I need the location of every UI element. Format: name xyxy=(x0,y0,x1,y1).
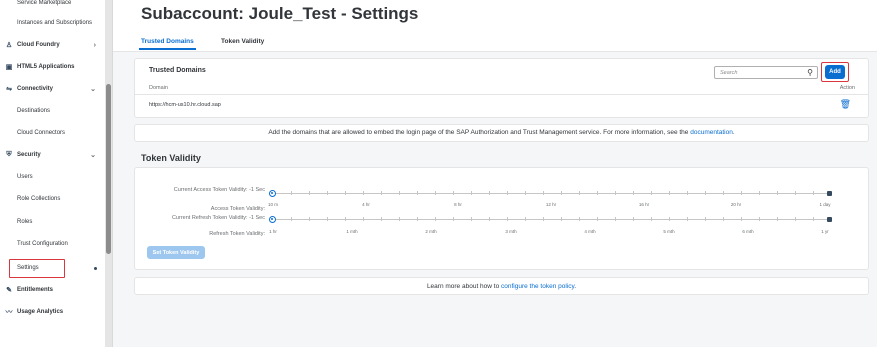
divider xyxy=(135,94,868,95)
sidebar-item-label: Roles xyxy=(17,219,33,225)
access-tick-label: 1 day xyxy=(819,202,831,207)
tab-token-validity[interactable]: Token Validity xyxy=(221,38,264,45)
sidebar-item-usage-analytics[interactable]: 〰 Usage Analytics xyxy=(0,303,106,321)
selected-indicator xyxy=(94,266,97,270)
configure-token-policy-link[interactable]: configure the token policy xyxy=(501,283,574,290)
sidebar-item-label: Instances and Subscriptions xyxy=(17,20,93,26)
sidebar: Service Marketplace Instances and Subscr… xyxy=(0,0,113,347)
sidebar-item-label: Usage Analytics xyxy=(17,309,64,315)
access-tick-label: 8 hr xyxy=(454,202,462,207)
refresh-tick-label: 2 mth xyxy=(425,229,437,234)
learn-more-text: Learn more about how to configure the to… xyxy=(135,283,868,290)
sidebar-item-label: Destinations xyxy=(17,108,51,114)
sidebar-item-label: Role Collections xyxy=(17,196,61,202)
chevron-down-icon: ⌄ xyxy=(90,86,96,93)
documentation-link[interactable]: documentation xyxy=(690,129,733,136)
html5-icon: ▣ xyxy=(5,64,13,71)
chevron-down-icon: ⌄ xyxy=(90,152,96,159)
sidebar-item-entitlements[interactable]: ✎ Entitlements xyxy=(0,281,106,299)
sidebar-item-label: Service Marketplace xyxy=(17,0,72,6)
info-panel: Add the domains that are allowed to embe… xyxy=(134,124,869,142)
domain-cell: https://hcm-us10.hr.cloud.sap xyxy=(149,102,221,108)
sidebar-item-instances-subscriptions[interactable]: Instances and Subscriptions xyxy=(0,14,106,32)
sidebar-item-security[interactable]: ⛨ Security ⌄ xyxy=(0,146,106,164)
access-slider-end xyxy=(827,191,832,196)
refresh-tick-label: 5 mth xyxy=(663,229,675,234)
security-icon: ⛨ xyxy=(6,151,12,158)
sidebar-item-label: Trust Configuration xyxy=(17,241,68,247)
refresh-token-slider[interactable] xyxy=(269,216,832,223)
learn-message: Learn more about how to xyxy=(426,283,502,290)
sidebar-item-label: Cloud Foundry xyxy=(17,42,60,48)
info-text: Add the domains that are allowed to embe… xyxy=(135,129,868,136)
sidebar-scrollbar[interactable] xyxy=(105,0,112,347)
usage-analytics-icon: 〰 xyxy=(5,309,13,316)
sidebar-item-service-marketplace[interactable]: Service Marketplace xyxy=(0,0,106,12)
access-tick-label: 10 m xyxy=(267,202,279,207)
sidebar-item-label: HTML5 Applications xyxy=(17,64,75,70)
add-button-highlight-box xyxy=(821,62,849,82)
refresh-tick-label: 3 mth xyxy=(505,229,517,234)
scrollbar-thumb[interactable] xyxy=(106,84,111,254)
sidebar-item-users[interactable]: Users xyxy=(0,168,106,186)
sidebar-item-label: Connectivity xyxy=(17,86,54,92)
search-icon[interactable]: ⚲ xyxy=(807,68,813,77)
entitlements-icon: ✎ xyxy=(6,287,12,294)
info-suffix: . xyxy=(732,129,735,136)
page-title: Subaccount: Joule_Test - Settings xyxy=(141,4,419,23)
sidebar-item-html5[interactable]: ▣ HTML5 Applications xyxy=(0,58,106,76)
access-tick-label: 4 hr xyxy=(362,202,370,207)
refresh-slider-handle[interactable] xyxy=(269,216,276,223)
search-placeholder: Search xyxy=(720,70,738,76)
refresh-tick-label: 1 yr xyxy=(821,229,829,234)
column-header-domain: Domain xyxy=(149,85,168,91)
sidebar-item-roles[interactable]: Roles xyxy=(0,213,106,231)
refresh-tick-label: 4 mth xyxy=(584,229,596,234)
main-content: Subaccount: Joule_Test - Settings Truste… xyxy=(113,0,877,347)
access-token-label: Access Token Validity: xyxy=(210,206,265,212)
access-token-slider[interactable] xyxy=(269,190,832,197)
cloud-foundry-icon: ♙ xyxy=(5,42,13,49)
sidebar-item-label: Security xyxy=(17,152,41,158)
token-validity-panel: Current Access Token Validity: -1 Sec Ac… xyxy=(134,167,869,270)
set-token-validity-button[interactable]: Set Token Validity xyxy=(147,246,205,259)
refresh-tick-label: 1 mth xyxy=(346,229,358,234)
sidebar-item-destinations[interactable]: Destinations xyxy=(0,102,106,120)
current-access-token-label: Current Access Token Validity: -1 Sec xyxy=(173,187,265,193)
tab-trusted-domains[interactable]: Trusted Domains xyxy=(139,38,196,50)
sidebar-item-cloud-connectors[interactable]: Cloud Connectors xyxy=(0,124,106,142)
sidebar-item-label: Users xyxy=(17,174,33,180)
search-input[interactable]: Search ⚲ xyxy=(714,66,818,79)
learn-suffix: . xyxy=(574,283,577,290)
info-message: Add the domains that are allowed to embe… xyxy=(268,129,691,136)
access-tick-label: 16 hr xyxy=(638,202,650,207)
access-tick-label: 20 hr xyxy=(730,202,742,207)
connectivity-icon: ⇋ xyxy=(6,86,12,93)
sidebar-item-connectivity[interactable]: ⇋ Connectivity ⌄ xyxy=(0,80,106,98)
access-slider-handle[interactable] xyxy=(269,190,276,197)
learn-more-panel: Learn more about how to configure the to… xyxy=(134,277,869,295)
sidebar-item-trust-configuration[interactable]: Trust Configuration xyxy=(0,235,106,253)
trusted-domains-panel: Trusted Domains Search ⚲ Add Domain Acti… xyxy=(134,58,869,118)
column-header-action: Action xyxy=(839,85,855,91)
refresh-token-label: Refresh Token Validity: xyxy=(209,231,265,237)
trusted-domains-title: Trusted Domains xyxy=(149,67,206,74)
sidebar-item-label: Cloud Connectors xyxy=(17,130,66,136)
chevron-right-icon: › xyxy=(93,41,96,49)
refresh-tick-label: 6 mth xyxy=(742,229,754,234)
access-tick-label: 12 hr xyxy=(545,202,557,207)
sidebar-item-label: Entitlements xyxy=(17,287,54,293)
sidebar-item-role-collections[interactable]: Role Collections xyxy=(0,190,106,208)
refresh-slider-end xyxy=(827,217,832,222)
token-validity-title: Token Validity xyxy=(141,153,201,163)
refresh-tick-label: 1 hr xyxy=(269,229,277,234)
settings-highlight-box xyxy=(9,259,65,278)
page-header: Subaccount: Joule_Test - Settings Truste… xyxy=(113,0,877,52)
current-refresh-token-label: Current Refresh Token Validity: -1 Sec xyxy=(171,215,265,221)
sidebar-item-cloud-foundry[interactable]: ♙ Cloud Foundry › xyxy=(0,36,106,54)
delete-icon[interactable]: 🗑 xyxy=(840,99,851,110)
